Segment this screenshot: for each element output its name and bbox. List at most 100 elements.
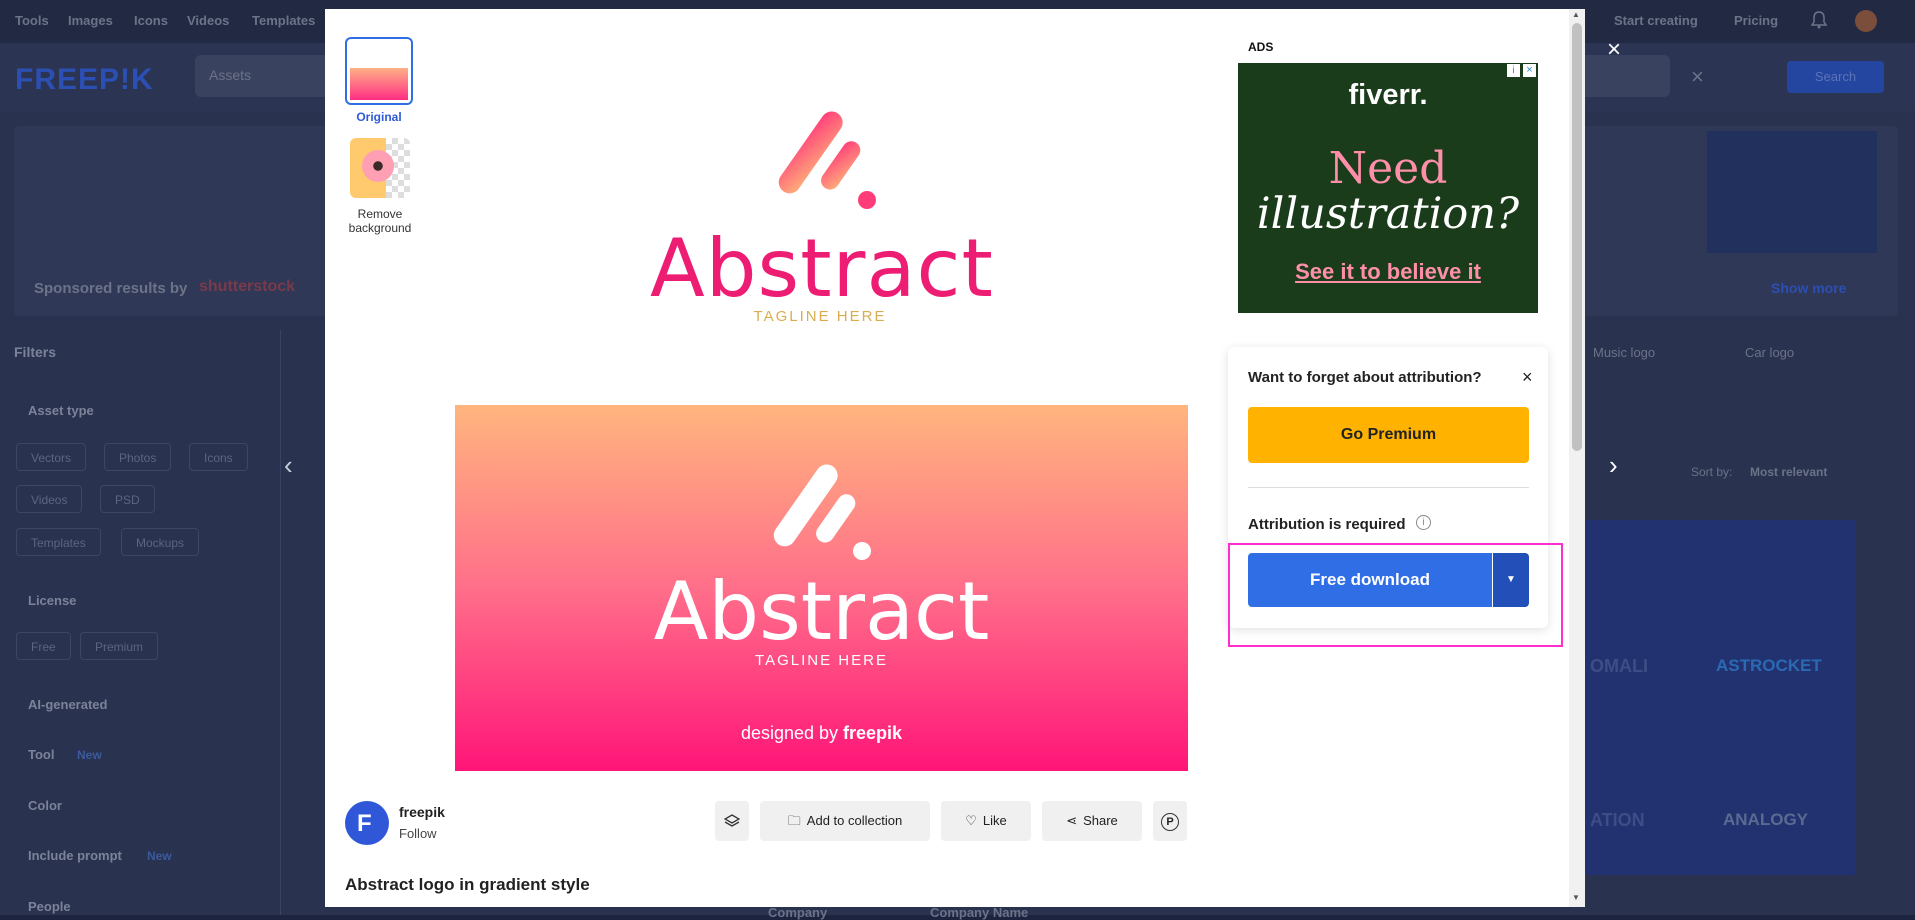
chip-photos[interactable]: Photos <box>104 443 172 471</box>
sort-select[interactable]: Most relevant <box>1750 465 1827 479</box>
filter-asset-type[interactable]: Asset type <box>28 403 94 418</box>
sort-label: Sort by: <box>1691 465 1733 479</box>
asset-title: Abstract logo in gradient style <box>345 875 590 894</box>
related-tag-music-logo[interactable]: Music logo <box>1593 345 1655 360</box>
modal-scrollbar-thumb[interactable] <box>1572 23 1582 451</box>
result-caption: Company <box>768 905 828 920</box>
credit-brand: freepik <box>843 723 903 743</box>
author-name[interactable]: freepik <box>399 804 445 820</box>
ad-line1: Need <box>1328 143 1448 194</box>
sponsored-brand: shutterstock <box>199 278 296 295</box>
filter-license[interactable]: License <box>28 593 76 608</box>
attribution-required-label: Attribution is required <box>1248 516 1406 533</box>
close-attribution-icon[interactable]: × <box>1522 367 1533 388</box>
credit-text: designed by <box>740 723 839 743</box>
result-grid: OMALI ASTROCKET ATION ANALOGY <box>1585 520 1855 875</box>
logo-tagline: TAGLINE HERE <box>753 308 887 325</box>
credit-line: designed by freepik <box>455 723 1188 744</box>
result-text[interactable]: ANALOGY <box>1723 810 1808 830</box>
chip-psd[interactable]: PSD <box>100 485 155 513</box>
scroll-down-icon[interactable]: ▼ <box>1572 893 1580 902</box>
result-text[interactable]: OMALI <box>1590 656 1648 677</box>
nav-templates[interactable]: Templates <box>252 13 315 28</box>
thumbnail-remove-background-label[interactable]: Remove background <box>337 207 423 235</box>
chip-free[interactable]: Free <box>16 632 71 660</box>
layers-icon <box>723 814 741 827</box>
avatar[interactable] <box>1855 10 1877 32</box>
highlight-box <box>1228 543 1563 647</box>
next-arrow-icon[interactable]: › <box>1609 450 1618 481</box>
clear-search-icon[interactable]: × <box>1691 64 1704 90</box>
nav-pricing[interactable]: Pricing <box>1734 13 1778 28</box>
pinterest-button[interactable]: P <box>1153 801 1187 841</box>
filter-color[interactable]: Color <box>28 798 62 813</box>
result-text[interactable]: ASTROCKET <box>1716 656 1822 676</box>
result-text[interactable]: ATION <box>1590 810 1645 831</box>
chip-templates[interactable]: Templates <box>16 528 101 556</box>
filter-ai-generated[interactable]: AI-generated <box>28 697 107 712</box>
abstract-mark-icon <box>778 111 876 209</box>
like-button[interactable]: ♡ Like <box>941 801 1031 841</box>
ad-info-icon[interactable]: i <box>1507 64 1520 77</box>
info-icon[interactable]: i <box>1416 515 1431 530</box>
logo-preview-gradient: Abstract TAGLINE HERE designed by freepi… <box>455 405 1188 771</box>
pinterest-icon: P <box>1161 813 1179 831</box>
nav-images[interactable]: Images <box>68 13 113 28</box>
abstract-mark-icon <box>773 464 871 560</box>
filter-tool[interactable]: Tool <box>28 747 54 762</box>
divider <box>1248 487 1529 488</box>
freepik-logo[interactable]: FREEP!K <box>15 63 154 97</box>
share-button[interactable]: ⋖ Share <box>1042 801 1142 841</box>
chip-mockups[interactable]: Mockups <box>121 528 200 556</box>
nav-start-creating[interactable]: Start creating <box>1614 13 1698 28</box>
filters-label[interactable]: Filters <box>14 344 56 360</box>
add-to-collection-button[interactable]: 🗀 Add to collection <box>760 801 930 841</box>
add-to-collection-label: Add to collection <box>806 813 903 828</box>
ad-brand: fiverr. <box>1348 79 1428 111</box>
folder-plus-icon: 🗀 <box>787 813 801 828</box>
logo-preview-white: Abstract TAGLINE HERE <box>650 110 994 330</box>
flower-icon <box>362 150 394 182</box>
nav-videos[interactable]: Videos <box>187 13 229 28</box>
author-avatar[interactable]: F <box>345 801 389 845</box>
ad-line2: illustration? <box>1256 189 1520 239</box>
scroll-up-icon[interactable]: ▲ <box>1572 10 1580 19</box>
search-mode[interactable]: Assets <box>209 67 251 83</box>
bell-icon[interactable] <box>1810 11 1828 29</box>
show-more-link[interactable]: Show more <box>1771 280 1846 296</box>
chip-icons[interactable]: Icons <box>189 443 248 471</box>
result-caption: Company Name <box>930 905 1029 920</box>
ads-label: ADS <box>1248 40 1274 54</box>
like-label: Like <box>982 813 1007 828</box>
chip-premium[interactable]: Premium <box>80 632 159 660</box>
freepik-mark-icon: F <box>357 810 372 837</box>
search-button[interactable]: Search <box>1787 61 1884 93</box>
go-premium-button[interactable]: Go Premium <box>1248 407 1529 463</box>
badge-new: New <box>147 849 172 863</box>
thumbnail-remove-background[interactable] <box>350 138 410 198</box>
fiverr-ad[interactable]: fiverr. Need illustration? See it to bel… <box>1238 63 1538 313</box>
close-modal-icon[interactable]: × <box>1607 36 1621 64</box>
badge-new: New <box>77 748 102 762</box>
thumbnail-original[interactable] <box>345 37 413 105</box>
chip-videos[interactable]: Videos <box>16 485 83 513</box>
nav-icons[interactable]: Icons <box>134 13 168 28</box>
related-tag-car-logo[interactable]: Car logo <box>1745 345 1794 360</box>
ad-close-icon[interactable]: × <box>1523 64 1536 77</box>
logo-word: Abstract <box>650 222 994 315</box>
sponsored-label: Sponsored results by <box>34 280 188 297</box>
layers-button[interactable] <box>715 801 749 841</box>
filter-include-prompt[interactable]: Include prompt <box>28 848 122 863</box>
thumbnail-original-label[interactable]: Original <box>345 110 413 124</box>
share-label: Share <box>1083 813 1118 828</box>
heart-icon: ♡ <box>965 813 977 828</box>
filter-people[interactable]: People <box>28 899 71 914</box>
follow-link[interactable]: Follow <box>399 826 437 841</box>
ad-cta[interactable]: See it to believe it <box>1238 259 1538 285</box>
share-icon: ⋖ <box>1066 813 1078 828</box>
sponsored-thumb[interactable] <box>1707 131 1877 253</box>
attribution-question: Want to forget about attribution? <box>1248 369 1482 386</box>
nav-tools[interactable]: Tools <box>15 13 49 28</box>
previous-arrow-icon[interactable]: ‹ <box>284 450 293 481</box>
chip-vectors[interactable]: Vectors <box>16 443 87 471</box>
